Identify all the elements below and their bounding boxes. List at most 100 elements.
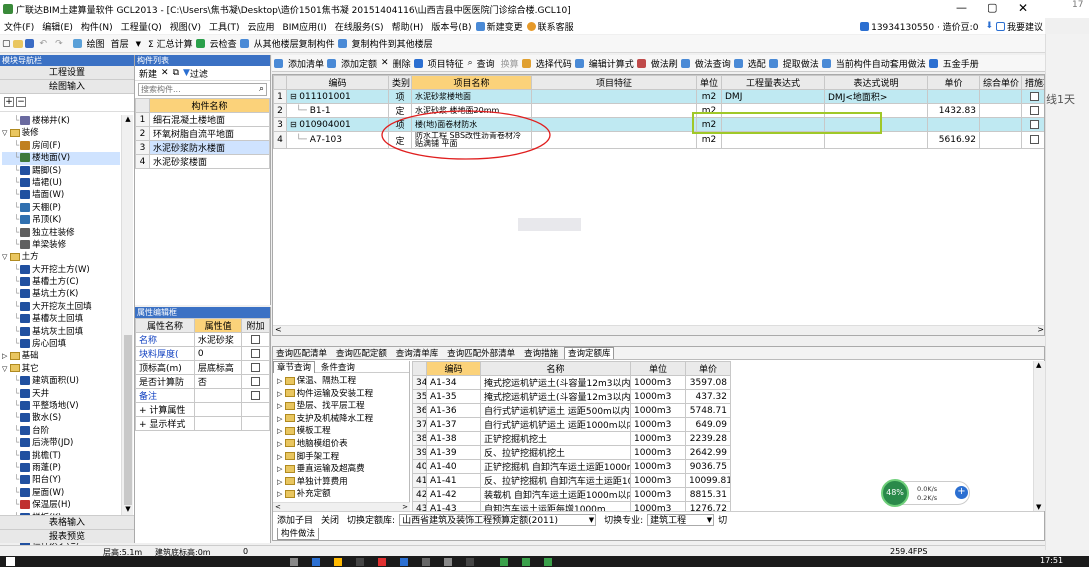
component-method-tab[interactable]: 构件做法 (277, 528, 320, 540)
menu-view[interactable]: 视图(V) (166, 20, 205, 33)
expand-all-icon[interactable]: + (4, 97, 14, 107)
component-row[interactable]: 3 水泥砂浆防水楼面 (135, 140, 270, 155)
auto-apply-button[interactable]: 当前构件自动套用做法 (833, 55, 929, 71)
add-bill-button[interactable]: 添加清单 (285, 55, 327, 71)
query-button[interactable]: 查询 (474, 55, 498, 71)
property-extra-checkbox[interactable] (251, 348, 261, 358)
property-row[interactable]: 块料厚度(0 (135, 346, 270, 361)
method-brush-button[interactable]: 做法刷 (648, 55, 681, 71)
tab-match-quota[interactable]: 查询匹配定额 (333, 348, 390, 360)
menu-online[interactable]: 在线服务(S) (331, 20, 388, 33)
chevron-right-icon[interactable]: ▷ (277, 390, 285, 398)
taskbar-app-7[interactable] (422, 558, 430, 566)
quantity-expr-cell[interactable] (721, 131, 825, 149)
collapse-icon[interactable]: ⊟ (290, 92, 299, 101)
tab-measures[interactable]: 查询措施 (521, 348, 561, 360)
item-feature-cell[interactable] (531, 117, 697, 132)
chevron-right-icon[interactable]: ▷ (277, 402, 285, 410)
quota-row[interactable]: 36 A1-36 自行式铲运机铲运土 运距500m以内 1000m3 5748.71 (412, 403, 731, 418)
major-select[interactable]: 建筑工程 ▼ (647, 513, 715, 526)
property-value[interactable]: 否 (193, 374, 243, 389)
menu-component[interactable]: 构件(N) (77, 20, 117, 33)
chevron-right-icon[interactable]: ▷ (277, 490, 285, 498)
copy-from-floor-button[interactable]: 从其他楼层复制构件 (251, 36, 338, 52)
unit-cell[interactable]: m2 (696, 89, 722, 104)
quota-row[interactable]: 35A1-35掩式挖运机铲运土(斗容量12m3以内)运距501000m3437.… (412, 389, 731, 404)
property-value[interactable] (193, 416, 243, 431)
quota-row[interactable]: 40A1-40正铲挖掘机 自卸汽车运土运距1000m以内1000m39036.7… (412, 459, 731, 474)
tree-item[interactable]: └ 基坑灰土回填 (2, 326, 120, 338)
nav-drawing-input[interactable]: 绘图输入 (0, 80, 134, 94)
tree-item[interactable]: └ 踢脚(S) (2, 165, 120, 177)
suggest-button[interactable]: 我要建议 (1007, 20, 1045, 33)
item-feature-button[interactable]: 项目特征 (425, 55, 467, 71)
taskbar-app-9[interactable] (466, 558, 474, 566)
chapter-hscroll[interactable]: < > (273, 502, 410, 511)
property-value[interactable] (193, 402, 243, 417)
menu-bim[interactable]: BIM应用(I) (279, 20, 331, 33)
tab-bill-lib[interactable]: 查询清单库 (393, 348, 442, 360)
item-feature-cell[interactable] (531, 103, 697, 118)
price-cell[interactable] (927, 117, 980, 132)
chapter-item[interactable]: ▷ 构件运输及安装工程 (277, 388, 409, 401)
edit-formula-button[interactable]: 编辑计算式 (586, 55, 637, 71)
filter-button[interactable]: 过滤 (190, 67, 208, 80)
quota-lib-select[interactable]: 山西省建筑及装饰工程预算定额(2011) ▼ (399, 513, 597, 526)
nav-engineering-setup[interactable]: 工程设置 (0, 66, 134, 80)
property-value[interactable]: 水泥砂浆 (193, 332, 243, 347)
tree-item[interactable]: ▷ 基础 (2, 350, 120, 362)
collapse-all-icon[interactable]: − (16, 97, 26, 107)
undo-icon[interactable]: ↶ (36, 39, 52, 49)
tab-condition-query[interactable]: 条件查询 (318, 362, 358, 374)
quota-row[interactable]: 41A1-41反、拉铲挖掘机 自卸汽车运土运距1000m以1000m310099… (412, 473, 731, 488)
chapter-item[interactable]: ▷ 脚手架工程 (277, 451, 409, 464)
taskbar-app-12[interactable] (544, 558, 552, 566)
sum-calc-button[interactable]: Σ 汇总计算 (145, 36, 196, 52)
menu-new-change[interactable]: 新建变更 (487, 20, 527, 33)
property-row[interactable]: + 显示样式 (135, 416, 270, 431)
tree-item[interactable]: └ 散水(S) (2, 412, 120, 424)
tab-chapter-query[interactable]: 章节查询 (273, 361, 316, 373)
menu-help[interactable]: 帮助(H) (388, 20, 428, 33)
property-extra-checkbox[interactable] (251, 376, 261, 386)
tree-item[interactable]: └ 平整场地(V) (2, 400, 120, 412)
tree-item[interactable]: └ 独立柱装修 (2, 227, 120, 239)
tree-item[interactable]: └ 大开挖灰土回填 (2, 301, 120, 313)
item-feature-cell[interactable] (531, 131, 697, 149)
chevron-down-icon[interactable]: ▽ (2, 253, 10, 261)
price-cell[interactable]: 1432.83 (927, 103, 980, 118)
chevron-right-icon[interactable]: ▷ (277, 440, 285, 448)
match-button[interactable]: 选配 (745, 55, 769, 71)
hardware-manual-button[interactable]: 五金手册 (940, 55, 982, 71)
tree-item[interactable]: └ 楼梯井(K) (2, 115, 120, 127)
search-icon[interactable]: ⌕ (259, 84, 264, 94)
quantity-expr-cell[interactable]: DMJ (721, 89, 825, 104)
property-extra-checkbox[interactable] (251, 362, 261, 372)
redo-icon[interactable]: ↷ (51, 39, 67, 49)
property-row[interactable]: + 计算属性 (135, 402, 270, 417)
maximize-button[interactable]: ▢ (987, 1, 997, 14)
tree-item[interactable]: └ 雨蓬(P) (2, 462, 120, 474)
tree-item[interactable]: └ 墙面(W) (2, 189, 120, 201)
quota-row[interactable]: 43 A1-43 自卸汽车运土运距每增1000m 1000m3 1276.72 (412, 501, 731, 511)
quota-row[interactable]: 37A1-37自行式铲运机铲运土 运距1000m以内每增101000m3649.… (412, 417, 731, 432)
quota-row[interactable]: 42 A1-42 装载机 自卸汽车运土运距1000m以内 1000m3 8815.31 (412, 487, 731, 502)
taskbar-app-1[interactable] (290, 558, 298, 566)
tree-item[interactable]: ▽ 其它 (2, 363, 120, 375)
component-search-input[interactable] (139, 84, 249, 95)
menu-quantity[interactable]: 工程量(Q) (117, 20, 166, 33)
save-icon[interactable] (24, 39, 34, 48)
draw-button[interactable]: 绘图 (84, 36, 108, 52)
cloud-check-button[interactable]: 云检查 (207, 36, 240, 52)
taskbar-app-8[interactable] (444, 558, 452, 566)
tree-item[interactable]: └ 楼地面(V) (2, 152, 120, 165)
menu-edit[interactable]: 编辑(E) (38, 20, 77, 33)
chapter-item[interactable]: ▷ 补充定额 (277, 488, 409, 501)
tree-item[interactable]: └ 基槽土方(C) (2, 276, 120, 288)
menu-tools[interactable]: 工具(T) (205, 20, 244, 33)
nav-scrollbar[interactable]: ▲ ▼ (121, 115, 133, 515)
widget-plus-icon[interactable]: + (955, 486, 968, 499)
code-cell[interactable]: └─ B1-1 (286, 103, 389, 118)
bill-row[interactable]: 1 ⊟ 011101001 项水泥砂浆楼地面 m2 DMJ DMJ<地面积> (273, 89, 1044, 104)
item-feature-cell[interactable] (531, 89, 697, 104)
